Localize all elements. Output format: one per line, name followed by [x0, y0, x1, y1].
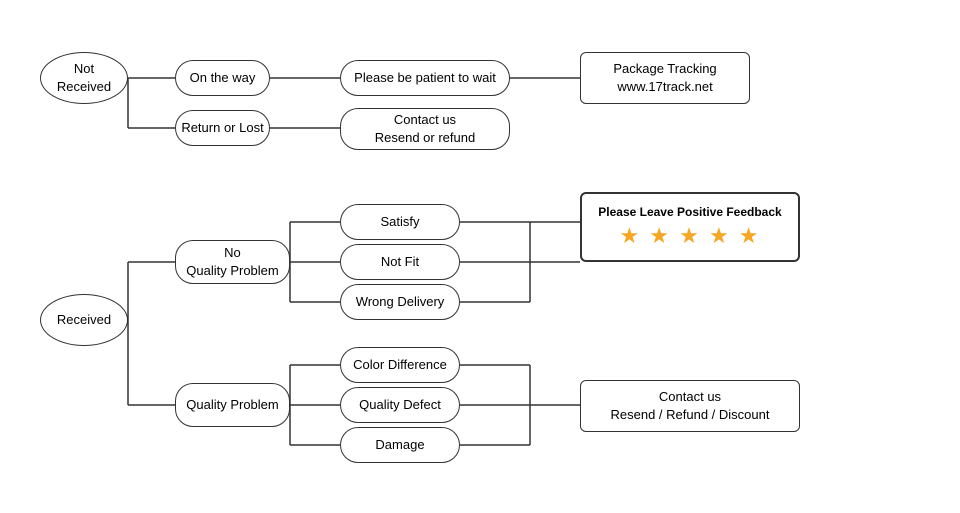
no-quality-problem-node: No Quality Problem	[175, 240, 290, 284]
quality-problem-node: Quality Problem	[175, 383, 290, 427]
color-difference-node: Color Difference	[340, 347, 460, 383]
not-received-node: Not Received	[40, 52, 128, 104]
stars-display: ★ ★ ★ ★ ★	[619, 223, 760, 249]
satisfy-node: Satisfy	[340, 204, 460, 240]
diagram: Not Received On the way Please be patien…	[0, 0, 960, 513]
package-tracking-node: Package Tracking www.17track.net	[580, 52, 750, 104]
contact-resend-discount-node: Contact us Resend / Refund / Discount	[580, 380, 800, 432]
not-fit-node: Not Fit	[340, 244, 460, 280]
feedback-label: Please Leave Positive Feedback	[598, 205, 781, 219]
damage-node: Damage	[340, 427, 460, 463]
contact-resend-refund-top-node: Contact us Resend or refund	[340, 108, 510, 150]
received-node: Received	[40, 294, 128, 346]
on-the-way-node: On the way	[175, 60, 270, 96]
positive-feedback-box: Please Leave Positive Feedback ★ ★ ★ ★ ★	[580, 192, 800, 262]
wrong-delivery-node: Wrong Delivery	[340, 284, 460, 320]
please-wait-node: Please be patient to wait	[340, 60, 510, 96]
return-lost-node: Return or Lost	[175, 110, 270, 146]
quality-defect-node: Quality Defect	[340, 387, 460, 423]
